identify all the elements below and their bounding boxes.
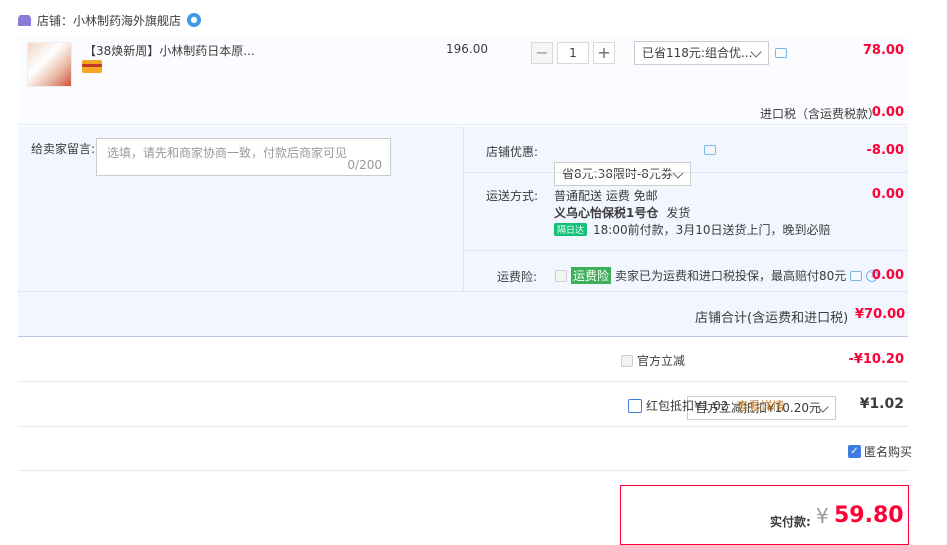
red-packet-label: 红包抵扣¥1.02: [646, 399, 729, 413]
chat-icon[interactable]: [704, 145, 716, 155]
payment-label: 实付款:: [770, 515, 811, 529]
official-discount-label: 官方立减: [637, 354, 686, 368]
red-packet-details-link[interactable]: 查看详情: [736, 397, 784, 414]
shop-discount-label: 店铺优惠:: [486, 145, 539, 159]
message-label: 给卖家留言:: [31, 142, 96, 156]
divider: [18, 381, 908, 382]
divider: [18, 470, 908, 471]
message-input[interactable]: 选填，请先和商家协商一致，付款后商家可见 0/200: [96, 138, 391, 176]
shipping-amount: 0.00: [871, 187, 904, 202]
item-promo-value: 已省118元:组合优...: [642, 46, 753, 60]
chat-icon[interactable]: [775, 48, 787, 58]
product-title[interactable]: 【38焕新周】小林制药日本原...: [84, 42, 254, 59]
payment-currency: ¥: [816, 504, 829, 528]
shop-icon: [18, 14, 31, 26]
red-packet-row: 红包抵扣¥1.02 查看详情: [628, 397, 784, 414]
import-tax-amount: 0.00: [871, 105, 904, 120]
next-day-badge: 隔日达: [554, 223, 588, 236]
item-promo-select[interactable]: 已省118元:组合优...: [634, 41, 769, 65]
shipping-method: 普通配送 运费 免邮: [554, 189, 658, 203]
anonymous-checkbox[interactable]: ✓: [848, 445, 861, 458]
insurance-checkbox: [555, 269, 567, 282]
shipping-label: 运送方式:: [486, 189, 539, 203]
quantity-input[interactable]: 1: [557, 42, 589, 64]
shop-discount-value: 省8元:38限时-8元券: [562, 167, 673, 181]
red-packet-checkbox[interactable]: [628, 398, 642, 413]
insurance-tag: 运费险: [571, 267, 612, 284]
shop-name[interactable]: 店铺：小林制药海外旗舰店: [37, 12, 181, 29]
insurance-amount: 0.00: [871, 268, 904, 283]
shop-discount-amount: -8.00: [866, 143, 904, 158]
credit-card-icon: [82, 60, 102, 73]
shop-total-label: 店铺合计(含运费和进口税): [695, 311, 849, 326]
divider: [463, 250, 908, 251]
insurance-row: 运费险 卖家已为运费和进口税投保，最高赔付80元 ?: [555, 267, 879, 284]
official-discount-amount: -¥10.20: [848, 352, 904, 367]
delivery-eta: 18:00前付款，3月10日送货上门，晚到必赔: [593, 223, 831, 237]
anonymous-label: 匿名购买: [864, 445, 913, 459]
shop-discount-select[interactable]: 省8元:38限时-8元券: [554, 162, 691, 186]
divider: [18, 426, 908, 427]
divider: [463, 126, 464, 292]
shop-total-amount: ¥70.00: [855, 307, 906, 322]
insurance-text: 卖家已为运费和进口税投保，最高赔付80元: [615, 269, 847, 283]
decrement-button[interactable]: −: [531, 42, 553, 64]
item-amount: 78.00: [862, 43, 904, 58]
product-thumbnail[interactable]: [27, 42, 72, 87]
shop-header: 店铺：小林制药海外旗舰店 ●: [18, 10, 202, 30]
delivery-eta-row: 隔日达 18:00前付款，3月10日送货上门，晚到必赔: [554, 221, 831, 238]
ship-text: 发货: [666, 206, 691, 220]
unit-price: 196.00: [446, 42, 488, 56]
shipping-warehouse-row: 义乌心怡保税1号仓 发货: [554, 204, 690, 221]
payment-amount: 59.80: [834, 503, 904, 528]
chat-badge-icon[interactable]: ●: [187, 13, 202, 27]
insurance-label: 运费险:: [497, 270, 538, 284]
warehouse-name: 义乌心怡保税1号仓: [554, 206, 659, 220]
quantity-stepper[interactable]: − 1 +: [531, 42, 615, 64]
red-packet-amount: ¥1.02: [859, 396, 904, 412]
message-counter: 0/200: [347, 158, 382, 172]
divider: [463, 172, 908, 173]
official-discount-checkbox: [621, 354, 633, 367]
increment-button[interactable]: +: [593, 42, 615, 64]
anonymous-row: ✓ 匿名购买: [848, 443, 912, 460]
chevron-down-icon: [672, 167, 684, 179]
message-placeholder: 选填，请先和商家协商一致，付款后商家可见: [107, 146, 348, 160]
official-discount-row: 官方立减: [621, 352, 685, 369]
